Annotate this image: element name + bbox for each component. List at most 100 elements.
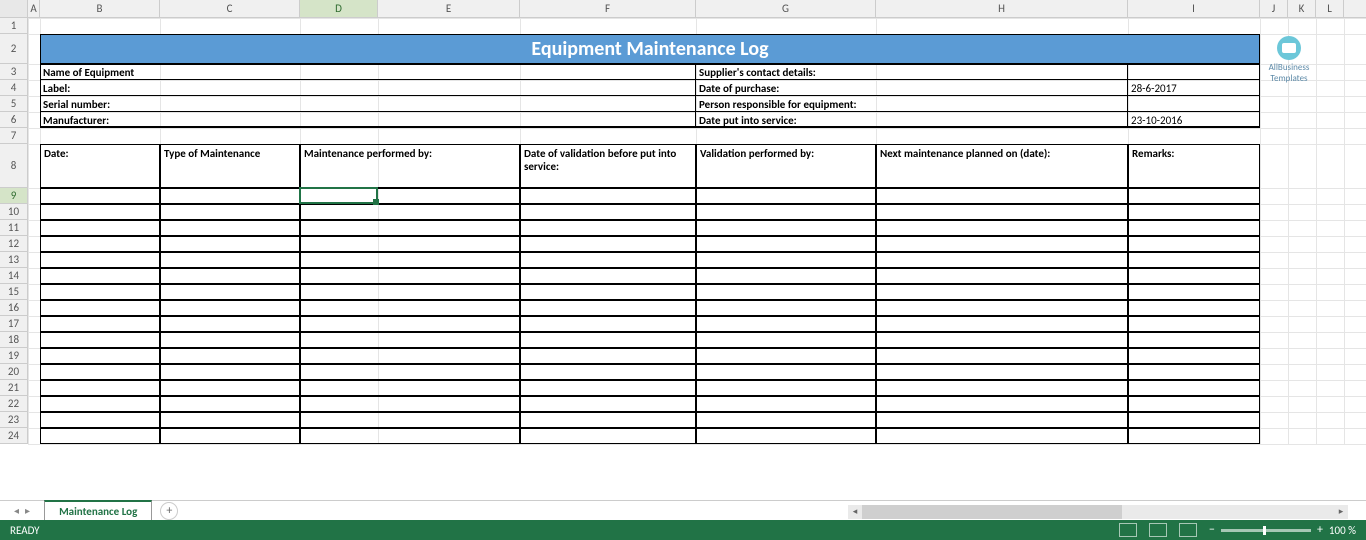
table-cell-r20-c0[interactable] xyxy=(40,364,160,380)
table-cell-r21-c1[interactable] xyxy=(160,380,300,396)
table-cell-r14-c6[interactable] xyxy=(1128,268,1260,284)
table-cell-r20-c5[interactable] xyxy=(876,364,1128,380)
table-cell-r16-c6[interactable] xyxy=(1128,300,1260,316)
row-header-7[interactable]: 7 xyxy=(0,128,27,144)
tab-nav-buttons[interactable]: ◂ ▸ xyxy=(0,504,44,517)
row-header-6[interactable]: 6 xyxy=(0,112,27,128)
column-header-H[interactable]: H xyxy=(876,0,1128,17)
table-cell-r24-c6[interactable] xyxy=(1128,428,1260,444)
table-cell-r21-c2[interactable] xyxy=(300,380,520,396)
zoom-in-button[interactable]: + xyxy=(1317,523,1323,537)
table-cell-r12-c6[interactable] xyxy=(1128,236,1260,252)
table-cell-r17-c6[interactable] xyxy=(1128,316,1260,332)
table-cell-r18-c1[interactable] xyxy=(160,332,300,348)
table-cell-r16-c4[interactable] xyxy=(696,300,876,316)
table-cell-r15-c3[interactable] xyxy=(520,284,696,300)
row-header-3[interactable]: 3 xyxy=(0,64,27,80)
table-cell-r24-c3[interactable] xyxy=(520,428,696,444)
table-cell-r19-c5[interactable] xyxy=(876,348,1128,364)
table-cell-r13-c0[interactable] xyxy=(40,252,160,268)
table-cell-r17-c3[interactable] xyxy=(520,316,696,332)
column-header-K[interactable]: K xyxy=(1288,0,1316,17)
table-cell-r9-c6[interactable] xyxy=(1128,188,1260,204)
table-cell-r11-c2[interactable] xyxy=(300,220,520,236)
zoom-slider[interactable] xyxy=(1221,529,1311,532)
table-cell-r15-c6[interactable] xyxy=(1128,284,1260,300)
column-header-L[interactable]: L xyxy=(1316,0,1344,17)
table-cell-r17-c0[interactable] xyxy=(40,316,160,332)
row-header-1[interactable]: 1 xyxy=(0,18,27,34)
table-cell-r9-c3[interactable] xyxy=(520,188,696,204)
table-cell-r15-c4[interactable] xyxy=(696,284,876,300)
table-cell-r22-c2[interactable] xyxy=(300,396,520,412)
table-cell-r17-c5[interactable] xyxy=(876,316,1128,332)
row-header-8[interactable]: 8 xyxy=(0,144,27,188)
table-cell-r9-c4[interactable] xyxy=(696,188,876,204)
view-page-break-icon[interactable] xyxy=(1179,523,1197,537)
table-cell-r21-c5[interactable] xyxy=(876,380,1128,396)
table-cell-r23-c2[interactable] xyxy=(300,412,520,428)
table-cell-r23-c5[interactable] xyxy=(876,412,1128,428)
table-cell-r17-c4[interactable] xyxy=(696,316,876,332)
table-cell-r19-c0[interactable] xyxy=(40,348,160,364)
table-cell-r19-c6[interactable] xyxy=(1128,348,1260,364)
table-cell-r15-c2[interactable] xyxy=(300,284,520,300)
table-cell-r24-c2[interactable] xyxy=(300,428,520,444)
table-cell-r13-c1[interactable] xyxy=(160,252,300,268)
table-cell-r22-c1[interactable] xyxy=(160,396,300,412)
column-header-J[interactable]: J xyxy=(1260,0,1288,17)
table-cell-r21-c4[interactable] xyxy=(696,380,876,396)
table-cell-r12-c4[interactable] xyxy=(696,236,876,252)
cell-grid[interactable]: Equipment Maintenance LogName of Equipme… xyxy=(28,18,1366,444)
table-cell-r11-c5[interactable] xyxy=(876,220,1128,236)
row-header-13[interactable]: 13 xyxy=(0,252,27,268)
view-normal-icon[interactable] xyxy=(1119,523,1137,537)
table-cell-r22-c0[interactable] xyxy=(40,396,160,412)
column-header-F[interactable]: F xyxy=(520,0,696,17)
table-cell-r10-c3[interactable] xyxy=(520,204,696,220)
column-header-B[interactable]: B xyxy=(40,0,160,17)
row-header-10[interactable]: 10 xyxy=(0,204,27,220)
scroll-right-icon[interactable]: ▸ xyxy=(1334,505,1348,519)
table-cell-r23-c4[interactable] xyxy=(696,412,876,428)
table-cell-r22-c4[interactable] xyxy=(696,396,876,412)
table-cell-r16-c2[interactable] xyxy=(300,300,520,316)
table-cell-r20-c6[interactable] xyxy=(1128,364,1260,380)
table-cell-r15-c5[interactable] xyxy=(876,284,1128,300)
zoom-control[interactable]: − + 100 % xyxy=(1209,523,1356,537)
table-cell-r21-c0[interactable] xyxy=(40,380,160,396)
table-cell-r9-c0[interactable] xyxy=(40,188,160,204)
table-cell-r18-c3[interactable] xyxy=(520,332,696,348)
row-header-4[interactable]: 4 xyxy=(0,80,27,96)
table-cell-r12-c2[interactable] xyxy=(300,236,520,252)
table-cell-r18-c4[interactable] xyxy=(696,332,876,348)
table-cell-r12-c5[interactable] xyxy=(876,236,1128,252)
table-cell-r18-c5[interactable] xyxy=(876,332,1128,348)
table-cell-r18-c2[interactable] xyxy=(300,332,520,348)
table-cell-r10-c5[interactable] xyxy=(876,204,1128,220)
info-right-value-0[interactable] xyxy=(1128,64,1260,80)
table-cell-r22-c6[interactable] xyxy=(1128,396,1260,412)
table-cell-r14-c0[interactable] xyxy=(40,268,160,284)
table-cell-r13-c3[interactable] xyxy=(520,252,696,268)
select-all-corner[interactable] xyxy=(0,0,28,17)
table-cell-r16-c1[interactable] xyxy=(160,300,300,316)
tab-nav-first-icon[interactable]: ◂ xyxy=(14,504,19,517)
table-cell-r24-c1[interactable] xyxy=(160,428,300,444)
column-header-A[interactable]: A xyxy=(28,0,40,17)
table-cell-r10-c2[interactable] xyxy=(300,204,520,220)
table-cell-r14-c5[interactable] xyxy=(876,268,1128,284)
scroll-track[interactable] xyxy=(862,505,1334,519)
table-cell-r12-c1[interactable] xyxy=(160,236,300,252)
table-cell-r15-c1[interactable] xyxy=(160,284,300,300)
row-header-22[interactable]: 22 xyxy=(0,396,27,412)
table-cell-r20-c1[interactable] xyxy=(160,364,300,380)
row-header-17[interactable]: 17 xyxy=(0,316,27,332)
row-header-5[interactable]: 5 xyxy=(0,96,27,112)
sheet-tab-active[interactable]: Maintenance Log xyxy=(44,500,152,522)
table-cell-r23-c3[interactable] xyxy=(520,412,696,428)
row-header-11[interactable]: 11 xyxy=(0,220,27,236)
table-cell-r17-c2[interactable] xyxy=(300,316,520,332)
view-page-layout-icon[interactable] xyxy=(1149,523,1167,537)
table-cell-r12-c3[interactable] xyxy=(520,236,696,252)
